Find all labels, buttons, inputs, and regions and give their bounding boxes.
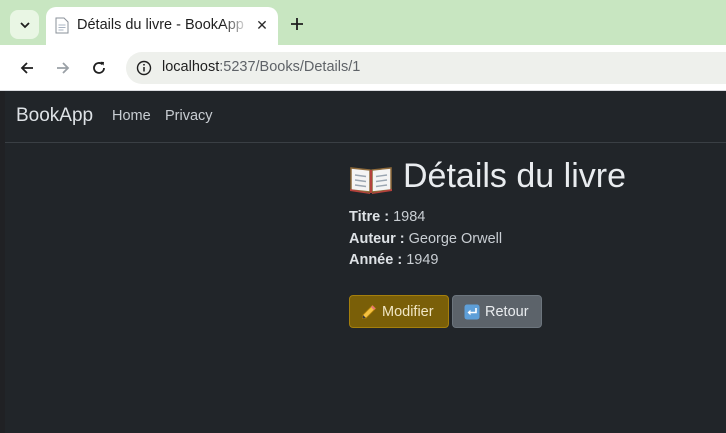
back-to-list-button[interactable]: Retour: [452, 295, 542, 328]
browser-tab-bar: Détails du livre - BookApp ✕: [0, 0, 726, 45]
reload-button[interactable]: [87, 56, 111, 80]
url-text[interactable]: localhost:5237/Books/Details/1: [162, 59, 360, 75]
edit-button-label: Modifier: [382, 303, 434, 320]
new-tab-button[interactable]: [287, 14, 307, 34]
plus-icon: [291, 18, 303, 30]
arrow-right-icon: [57, 62, 70, 74]
url-host: localhost: [162, 59, 220, 75]
browser-tab[interactable]: Détails du livre - BookApp ✕: [46, 7, 278, 45]
detail-label: Titre :: [349, 209, 390, 225]
page-content: BookApp Home Privacy Détails du livre Ti…: [5, 91, 726, 433]
detail-label: Année :: [349, 252, 403, 268]
nav-link-privacy[interactable]: Privacy: [165, 108, 213, 124]
forward-button[interactable]: [51, 56, 75, 80]
open-book-icon: [350, 166, 392, 194]
detail-title-row: Titre : 1984: [349, 209, 425, 225]
detail-author-row: Auteur : George Orwell: [349, 231, 502, 247]
navbar-brand[interactable]: BookApp: [16, 105, 93, 127]
browser-toolbar: localhost:5237/Books/Details/1: [0, 45, 726, 91]
detail-value: George Orwell: [408, 231, 503, 247]
app-navbar: BookApp Home Privacy: [5, 91, 726, 143]
reload-icon: [93, 61, 105, 74]
detail-value: 1949: [406, 252, 439, 268]
info-icon[interactable]: [136, 60, 152, 76]
detail-label: Auteur :: [349, 231, 405, 247]
page-title: Détails du livre: [349, 157, 626, 196]
detail-value: 1984: [393, 209, 426, 225]
tab-search-button[interactable]: [10, 10, 39, 39]
return-arrow-icon: [464, 304, 480, 319]
url-path: :5237/Books/Details/1: [219, 59, 361, 75]
address-bar[interactable]: localhost:5237/Books/Details/1: [126, 52, 726, 84]
arrow-left-icon: [20, 62, 33, 74]
back-button[interactable]: [15, 56, 39, 80]
detail-year-row: Année : 1949: [349, 252, 438, 268]
pencil-icon: [362, 304, 377, 319]
document-icon: [55, 17, 69, 34]
close-icon[interactable]: ✕: [254, 17, 270, 33]
tab-title: Détails du livre - BookApp: [77, 17, 244, 33]
nav-link-home[interactable]: Home: [112, 108, 151, 124]
page-title-text: Détails du livre: [403, 157, 626, 195]
back-button-label: Retour: [485, 303, 529, 320]
edit-button[interactable]: Modifier: [349, 295, 449, 328]
chevron-down-icon: [19, 21, 30, 28]
